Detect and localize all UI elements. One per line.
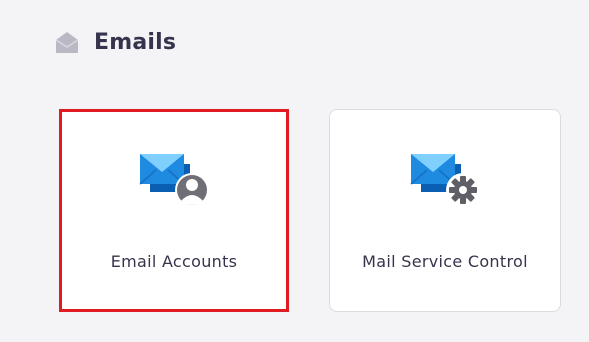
mail-service-control-label: Mail Service Control: [362, 252, 528, 271]
mail-service-control-card[interactable]: Mail Service Control: [329, 109, 561, 312]
email-accounts-icon: [139, 154, 209, 207]
mail-service-control-icon: [410, 154, 480, 207]
envelope-open-icon: [55, 32, 79, 53]
email-accounts-card[interactable]: Email Accounts: [59, 109, 289, 312]
email-accounts-label: Email Accounts: [110, 252, 238, 271]
section-title: Emails: [94, 29, 177, 55]
section-header: Emails: [54, 29, 176, 55]
